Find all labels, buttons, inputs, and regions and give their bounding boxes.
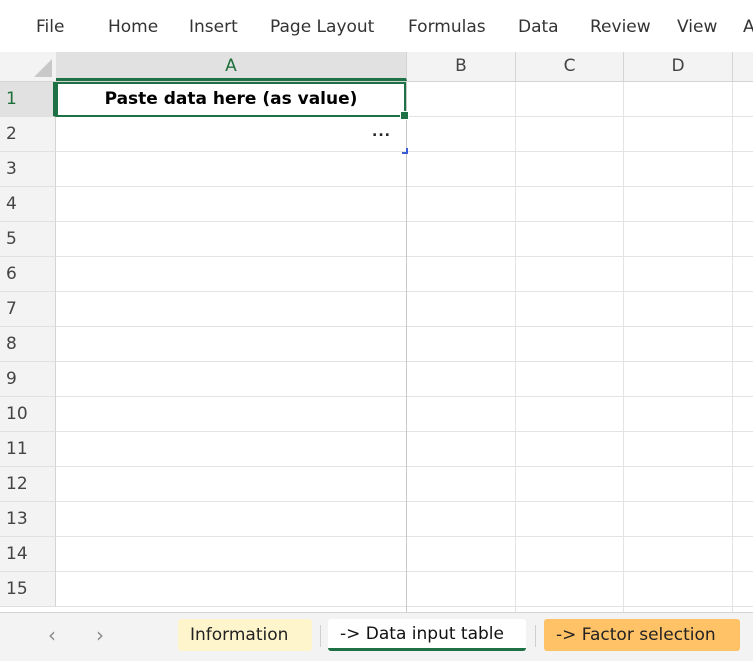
row-header-4[interactable]: 4 [0, 187, 56, 222]
sheet-tab-factor-selection[interactable]: -> Factor selection [544, 619, 740, 651]
menu-file[interactable]: File [36, 17, 64, 37]
cell-area[interactable]: Paste data here (as value) ... [56, 82, 753, 612]
autofill-options-icon[interactable] [402, 148, 408, 154]
row-divider [56, 431, 753, 432]
fill-handle[interactable] [400, 111, 409, 120]
row-divider [56, 396, 753, 397]
menu-insert[interactable]: Insert [189, 17, 238, 37]
row-header-1[interactable]: 1 [0, 82, 56, 117]
row-header-14[interactable]: 14 [0, 537, 56, 572]
cell-a1-text: Paste data here (as value) [104, 89, 358, 109]
sheet-tab-information[interactable]: Information [178, 619, 312, 651]
row-header-8[interactable]: 8 [0, 327, 56, 362]
row-divider [56, 361, 753, 362]
column-divider [732, 82, 733, 612]
row-header-10[interactable]: 10 [0, 397, 56, 432]
menu-formulas[interactable]: Formulas [408, 17, 486, 37]
column-header-c[interactable]: C [516, 52, 624, 81]
row-header-9[interactable]: 9 [0, 362, 56, 397]
row-header-13[interactable]: 13 [0, 502, 56, 537]
spreadsheet-grid: A B C D Paste data here (as value) ... 1… [0, 52, 753, 612]
cell-a2-text: ... [372, 124, 391, 140]
select-all-corner[interactable] [0, 52, 57, 81]
row-header-2[interactable]: 2 [0, 117, 56, 152]
sheet-tab-bar: ‹ › Information -> Data input table -> F… [0, 612, 753, 661]
row-header-15[interactable]: 15 [0, 572, 56, 607]
select-all-icon [34, 59, 52, 77]
menu-home[interactable]: Home [108, 17, 158, 37]
next-sheet-icon[interactable]: › [96, 623, 104, 647]
row-header-7[interactable]: 7 [0, 292, 56, 327]
row-divider [56, 606, 753, 607]
row-header-6[interactable]: 6 [0, 257, 56, 292]
row-divider [56, 571, 753, 572]
sheet-tab-data-input-table[interactable]: -> Data input table [328, 619, 526, 651]
menu-data[interactable]: Data [518, 17, 559, 37]
column-divider [406, 82, 407, 612]
row-divider [56, 501, 753, 502]
row-divider [56, 221, 753, 222]
column-header-b[interactable]: B [407, 52, 516, 81]
row-divider [56, 536, 753, 537]
menu-view[interactable]: View [677, 17, 717, 37]
row-divider [56, 291, 753, 292]
menu-review[interactable]: Review [590, 17, 651, 37]
row-divider [56, 186, 753, 187]
row-header-5[interactable]: 5 [0, 222, 56, 257]
row-divider [56, 466, 753, 467]
prev-sheet-icon[interactable]: ‹ [48, 623, 56, 647]
menu-overflow[interactable]: A [743, 17, 753, 37]
column-header-d[interactable]: D [624, 52, 733, 81]
column-header-row: A B C D [0, 52, 753, 82]
cell-a1[interactable]: Paste data here (as value) [56, 82, 409, 120]
ribbon-menu-bar: File Home Insert Page Layout Formulas Da… [0, 0, 753, 52]
row-divider [56, 326, 753, 327]
row-header-11[interactable]: 11 [0, 432, 56, 467]
row-header-12[interactable]: 12 [0, 467, 56, 502]
column-header-a[interactable]: A [56, 52, 407, 81]
tab-separator [320, 625, 321, 647]
row-divider [56, 256, 753, 257]
row-header-3[interactable]: 3 [0, 152, 56, 187]
column-divider [515, 82, 516, 612]
column-divider [623, 82, 624, 612]
menu-page-layout[interactable]: Page Layout [270, 17, 374, 37]
tab-separator [535, 625, 536, 647]
